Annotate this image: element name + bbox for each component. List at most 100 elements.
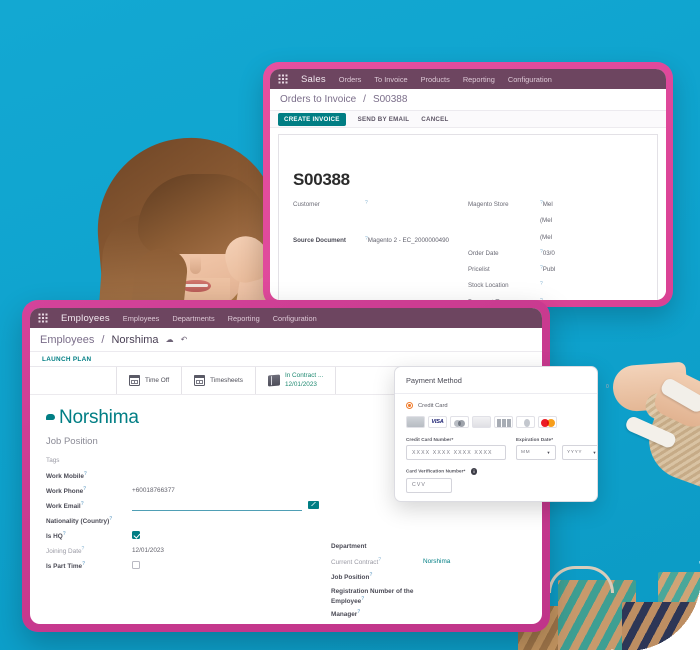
field-pricelist: Pricelist? Publ (468, 265, 643, 274)
employees-menu-reporting[interactable]: Reporting (228, 314, 260, 323)
field-joining-date-value[interactable]: 12/01/2023 (132, 546, 164, 555)
breadcrumb-current: S00388 (372, 94, 408, 105)
sales-menu-orders[interactable]: Orders (339, 75, 362, 84)
create-invoice-button[interactable]: CREATE INVOICE (278, 112, 346, 126)
stat-button-in-contract[interactable]: In Contract ... 12/01/2023 (254, 367, 337, 394)
grid-apps-icon[interactable] (278, 74, 288, 84)
breadcrumb-parent[interactable]: Orders to Invoice (280, 94, 356, 105)
card-number-input[interactable]: XXXX XXXX XXXX XXXX (406, 445, 506, 460)
manager-help-icon[interactable]: ? (357, 609, 360, 615)
card-number-label: Credit Card Number* (406, 437, 454, 442)
sales-window: Sales Orders To Invoice Products Reporti… (263, 62, 673, 307)
field-is-hq: Is HQ? (46, 531, 319, 546)
field-magento-store-line2: (Mel (468, 216, 643, 225)
employees-menu-employees[interactable]: Employees (123, 314, 160, 323)
sales-window-content: Sales Orders To Invoice Products Reporti… (270, 69, 666, 300)
field-order-date-value[interactable]: 03/0 (543, 249, 555, 258)
work-email-help-icon[interactable]: ? (81, 501, 84, 507)
field-nationality-label: Nationality (Country)? (46, 516, 113, 526)
is-part-time-help-icon[interactable]: ? (82, 561, 85, 567)
field-source-document-label: Source Document (293, 237, 346, 245)
sales-breadcrumb: Orders to Invoice / S00388 (270, 89, 666, 111)
is-hq-help-icon[interactable]: ? (63, 531, 66, 537)
field-tags-label: Tags (46, 457, 60, 464)
field-current-contract-label: Current Contract? (331, 557, 382, 567)
sales-sheet: S00388 Customer? Source Document? Magent… (270, 128, 666, 300)
cancel-button[interactable]: CANCEL (421, 116, 448, 123)
payment-terms-help-icon[interactable]: ? (540, 298, 543, 300)
undo-icon[interactable]: ↶ (181, 335, 188, 344)
calendar-icon (193, 374, 206, 386)
credit-card-radio[interactable] (406, 402, 413, 409)
sales-app-name[interactable]: Sales (301, 74, 326, 85)
joining-date-help-icon[interactable]: ? (82, 546, 85, 552)
info-icon[interactable]: i (470, 468, 478, 475)
current-contract-help-icon[interactable]: ? (378, 557, 381, 563)
cvn-label-row: Card Verification Number* i (406, 468, 586, 475)
employees-app-name[interactable]: Employees (61, 313, 110, 324)
field-registration-number-label: Registration Number of the Employee? (331, 588, 414, 606)
employees-menu-configuration[interactable]: Configuration (273, 314, 317, 323)
nationality-help-icon[interactable]: ? (109, 516, 112, 522)
is-hq-checkbox[interactable] (132, 531, 140, 539)
field-magento-store-line3: (Mel (468, 233, 643, 242)
payment-method-dialog: Payment Method Credit Card VISA Credit C… (394, 366, 598, 502)
stat-label-time-off: Time Off (145, 377, 170, 384)
send-by-email-button[interactable]: SEND BY EMAIL (358, 116, 410, 123)
expiration-group: Expiration Date* MM ▼ YYYY ▼ (516, 437, 597, 460)
stock-location-help-icon[interactable]: ? (540, 281, 543, 290)
field-pricelist-value[interactable]: Publ (543, 265, 555, 274)
field-magento-store-value[interactable]: Mel (543, 200, 553, 209)
expiration-year-select[interactable]: YYYY ▼ (562, 445, 597, 460)
sales-menu-products[interactable]: Products (421, 75, 450, 84)
sales-menu-configuration[interactable]: Configuration (508, 75, 552, 84)
sheet-body: S00388 Customer? Source Document? Magent… (278, 158, 658, 300)
field-work-phone-label: Work Phone? (46, 486, 87, 496)
expiration-month-select[interactable]: MM ▼ (516, 445, 556, 460)
field-current-contract-value[interactable]: Norshima (423, 557, 450, 566)
field-source-document-value[interactable]: Magento 2 - EC_2000000490 (368, 236, 449, 245)
employees-menu-departments[interactable]: Departments (172, 314, 214, 323)
mastercard-card-icon (538, 416, 557, 428)
field-work-phone-value[interactable]: +60018766377 (132, 486, 175, 495)
field-job-position-label: Job Position? (331, 572, 373, 582)
order-fields-left: Customer? Source Document? Magento 2 - E… (293, 200, 468, 300)
sales-menu-to-invoice[interactable]: To Invoice (374, 75, 407, 84)
breadcrumb-parent[interactable]: Employees (40, 334, 94, 346)
visa-card-icon: VISA (428, 416, 447, 428)
order-title: S00388 (293, 170, 350, 189)
diners-club-card-icon (516, 416, 535, 428)
credit-card-option[interactable]: Credit Card (406, 402, 586, 409)
field-magento-store-label: Magento Store (468, 201, 509, 208)
credit-card-label: Credit Card (418, 402, 448, 409)
cvn-group: Card Verification Number* i CVV (406, 468, 586, 493)
payment-method-body: Credit Card VISA Credit Card Number* XXX… (395, 394, 597, 501)
work-phone-help-icon[interactable]: ? (83, 486, 86, 492)
card-number-group: Credit Card Number* XXXX XXXX XXXX XXXX (406, 437, 506, 460)
stat-button-timesheets[interactable]: Timesheets (181, 367, 255, 394)
breadcrumb-current: Norshima (111, 333, 159, 346)
page-corner-mask (611, 561, 700, 650)
grid-apps-icon[interactable] (38, 313, 48, 323)
mail-icon[interactable] (308, 501, 319, 509)
field-work-phone: Work Phone? +60018766377 (46, 486, 319, 501)
customer-help-icon[interactable]: ? (365, 200, 368, 209)
employees-topbar: Employees Employees Departments Reportin… (30, 308, 542, 328)
work-mobile-help-icon[interactable]: ? (84, 471, 87, 477)
field-is-hq-label: Is HQ? (46, 531, 66, 541)
stat-button-time-off[interactable]: Time Off (116, 367, 181, 394)
launch-plan-button[interactable]: LAUNCH PLAN (42, 356, 91, 363)
cvn-input[interactable]: CVV (406, 477, 452, 493)
registration-number-help-icon[interactable]: ? (361, 596, 364, 602)
cloud-save-icon[interactable]: ☁ (166, 335, 174, 344)
sales-menu-reporting[interactable]: Reporting (463, 75, 495, 84)
stat-label-in-contract-title: In Contract ... (284, 371, 324, 379)
field-magento-store: Magento Store? Mel (468, 200, 643, 209)
is-part-time-checkbox[interactable] (132, 561, 140, 569)
field-customer-label: Customer (293, 201, 320, 208)
employee-fields-left: Tags Work Mobile? Work Phone? +600187663… (46, 456, 319, 624)
card-brand-logos: VISA (406, 416, 586, 428)
field-customer: Customer? (293, 200, 468, 209)
job-position-help-icon[interactable]: ? (369, 572, 372, 578)
work-email-input[interactable] (132, 501, 302, 511)
